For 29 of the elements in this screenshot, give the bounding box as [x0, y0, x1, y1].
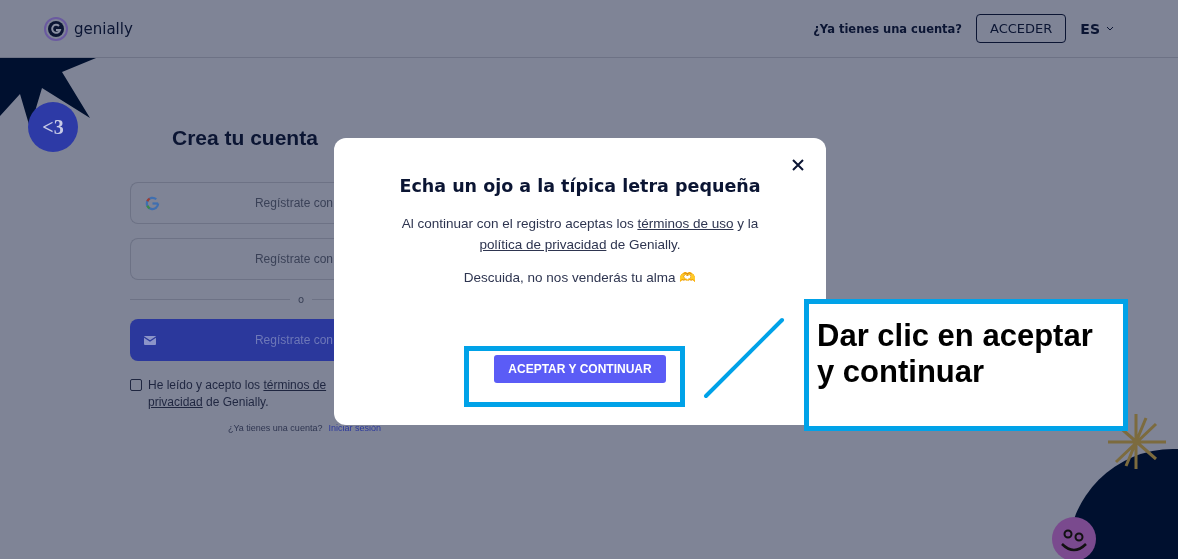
- modal-title: Echa un ojo a la típica letra pequeña: [399, 176, 761, 196]
- google-signup-button[interactable]: Regístrate con: [130, 182, 334, 224]
- logo-icon: [44, 16, 68, 41]
- account-prompt: ¿Ya tienes una cuenta?: [813, 21, 963, 36]
- modal-note: Descuida, no nos venderás tu alma 🫶: [463, 269, 697, 285]
- login-link[interactable]: Iniciar sesión: [328, 423, 381, 433]
- terms-checkbox[interactable]: [130, 379, 142, 391]
- google-icon: [145, 195, 160, 211]
- email-signup-button[interactable]: Regístrate con: [130, 319, 334, 361]
- divider-label: o: [297, 294, 304, 305]
- privacy-link[interactable]: privacidad: [148, 395, 203, 409]
- accept-button[interactable]: ACEPTAR Y CONTINUAR: [494, 355, 666, 383]
- brand-name: genially: [74, 19, 133, 38]
- callout-note: Dar clic en aceptar y continuar: [804, 299, 1128, 431]
- mail-icon: [144, 335, 156, 345]
- footer-prompt: ¿Ya tienes una cuenta?: [228, 423, 323, 433]
- terms-link[interactable]: términos de: [263, 378, 327, 392]
- signup-title: Crea tu cuenta: [172, 125, 318, 151]
- close-icon[interactable]: [792, 158, 806, 172]
- terms-link[interactable]: términos de uso: [637, 216, 734, 231]
- privacy-link[interactable]: política de privacidad: [479, 237, 607, 252]
- signup-button[interactable]: Regístrate con: [130, 238, 334, 280]
- terms-text: He leído y acepto los términos de: [148, 377, 327, 394]
- chevron-icon: [1106, 26, 1114, 31]
- heart-badge: <3: [28, 102, 78, 152]
- modal-text: Al continuar con el registro aceptas los términos de uso y la política de privacidad de Genially.: [400, 215, 760, 254]
- terms-text: privacidad de Genially.: [148, 394, 270, 411]
- login-button[interactable]: ACCEDER: [976, 14, 1067, 43]
- language-selector[interactable]: ES: [1080, 20, 1114, 37]
